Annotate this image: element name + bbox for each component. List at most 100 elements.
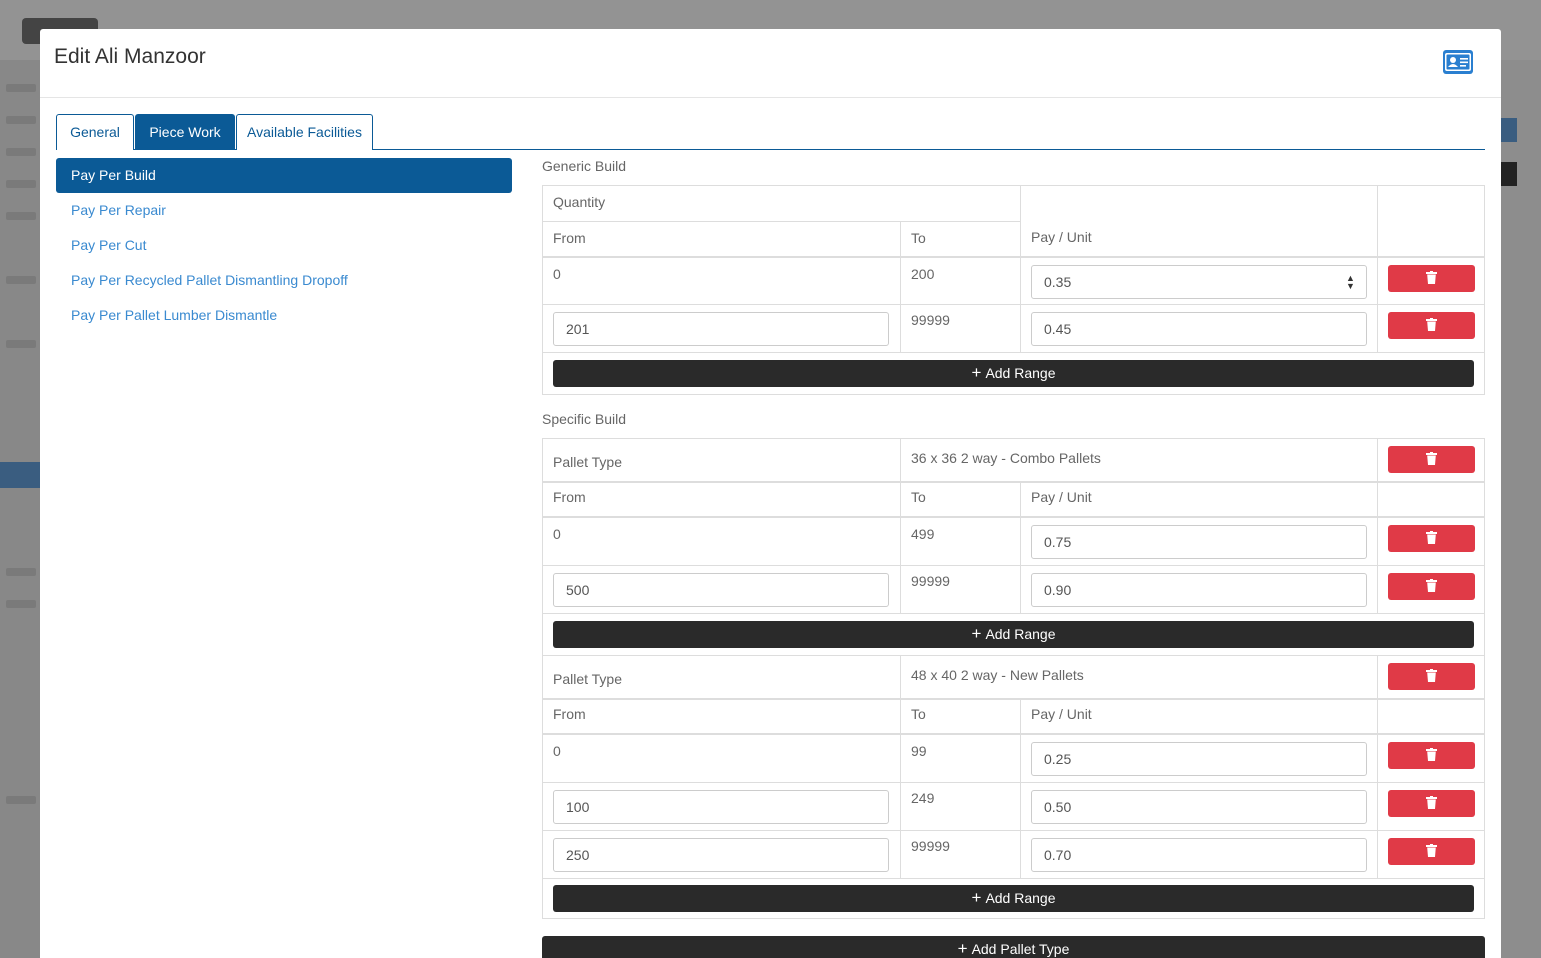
delete-range-button[interactable] bbox=[1388, 573, 1475, 600]
trash-icon bbox=[1426, 452, 1437, 465]
to-value: 99999 bbox=[911, 312, 950, 328]
modal-header: Edit Ali Manzoor bbox=[40, 29, 1501, 98]
from-value: 0 bbox=[553, 743, 561, 759]
add-pallet-type-button[interactable]: + Add Pallet Type bbox=[542, 936, 1485, 958]
add-range-label: Add Range bbox=[985, 890, 1056, 906]
pay-unit-label: Pay / Unit bbox=[1031, 489, 1092, 505]
nav-item-pay-per-build[interactable]: Pay Per Build bbox=[56, 158, 512, 193]
table-row: 0 99 0.25 bbox=[543, 733, 1484, 782]
nav-item-pay-per-cut[interactable]: Pay Per Cut bbox=[56, 228, 512, 263]
to-value: 249 bbox=[911, 790, 935, 806]
background-button bbox=[1501, 162, 1517, 186]
add-pallet-type-label: Add Pallet Type bbox=[971, 941, 1070, 957]
background-row bbox=[6, 148, 36, 156]
trash-icon bbox=[1426, 796, 1437, 809]
trash-icon bbox=[1426, 844, 1437, 857]
to-value: 499 bbox=[911, 526, 935, 542]
tab-bar: General Piece Work Available Facilities bbox=[56, 114, 1485, 150]
pay-unit-label: Pay / Unit bbox=[1031, 229, 1092, 245]
to-label: To bbox=[911, 706, 926, 722]
tab-general[interactable]: General bbox=[56, 114, 134, 150]
trash-icon bbox=[1426, 531, 1437, 544]
table-header-row: From To Pay / Unit bbox=[543, 698, 1484, 733]
nav-item-pay-per-recycled-pallet[interactable]: Pay Per Recycled Pallet Dismantling Drop… bbox=[56, 263, 512, 298]
add-range-button[interactable]: + Add Range bbox=[553, 621, 1474, 648]
to-header: To bbox=[900, 222, 1020, 256]
pay-unit-input[interactable]: 0.75 bbox=[1031, 525, 1367, 559]
pay-unit-label: Pay / Unit bbox=[1031, 706, 1092, 722]
pallet-type-row: Pallet Type 36 x 36 2 way - Combo Pallet… bbox=[543, 438, 1484, 481]
add-range-button[interactable]: + Add Range bbox=[553, 885, 1474, 912]
delete-range-button[interactable] bbox=[1388, 742, 1475, 769]
trash-icon bbox=[1426, 271, 1437, 284]
pay-type-nav: Pay Per Build Pay Per Repair Pay Per Cut… bbox=[56, 158, 512, 333]
delete-range-button[interactable] bbox=[1388, 265, 1475, 292]
from-label: From bbox=[553, 230, 586, 246]
background-row bbox=[6, 116, 36, 124]
table-row: 0 499 0.75 bbox=[543, 516, 1484, 565]
from-label: From bbox=[553, 489, 586, 505]
to-label: To bbox=[911, 489, 926, 505]
pallet-type-label: Pallet Type bbox=[553, 671, 623, 687]
delete-range-button[interactable] bbox=[1388, 790, 1475, 817]
add-range-button[interactable]: + Add Range bbox=[553, 360, 1474, 387]
tab-piece-work[interactable]: Piece Work bbox=[135, 114, 235, 150]
table-row: 500 99999 0.90 bbox=[543, 565, 1484, 613]
nav-item-pay-per-repair[interactable]: Pay Per Repair bbox=[56, 193, 512, 228]
delete-range-button[interactable] bbox=[1388, 525, 1475, 552]
table-row: 250 99999 0.70 bbox=[543, 830, 1484, 878]
from-value: 0 bbox=[553, 266, 561, 282]
trash-icon bbox=[1426, 318, 1437, 331]
background-active-row bbox=[0, 462, 40, 488]
to-value: 99999 bbox=[911, 838, 950, 854]
contact-card-icon[interactable] bbox=[1443, 50, 1473, 74]
delete-range-button[interactable] bbox=[1388, 838, 1475, 865]
table-row: 0 200 0.35 ▲ ▼ bbox=[543, 256, 1484, 304]
delete-range-button[interactable] bbox=[1388, 312, 1475, 339]
pay-unit-input[interactable]: 0.35 bbox=[1031, 265, 1367, 299]
background-row bbox=[6, 600, 36, 608]
from-label: From bbox=[553, 706, 586, 722]
background-row bbox=[6, 568, 36, 576]
add-range-row: + Add Range bbox=[543, 878, 1484, 919]
pallet-type-row: Pallet Type 48 x 40 2 way - New Pallets bbox=[543, 655, 1484, 698]
delete-pallet-type-button[interactable] bbox=[1388, 446, 1475, 473]
pay-unit-input[interactable]: 0.50 bbox=[1031, 790, 1367, 824]
background-row bbox=[6, 180, 36, 188]
quantity-label: Quantity bbox=[553, 194, 606, 210]
pallet-type-table: Pallet Type 36 x 36 2 way - Combo Pallet… bbox=[542, 438, 1485, 655]
add-range-row: + Add Range bbox=[543, 352, 1484, 394]
pay-unit-input[interactable]: 0.70 bbox=[1031, 838, 1367, 872]
delete-pallet-type-button[interactable] bbox=[1388, 663, 1475, 690]
add-range-row: + Add Range bbox=[543, 613, 1484, 656]
background-button bbox=[1501, 118, 1517, 142]
to-value: 200 bbox=[911, 266, 935, 282]
generic-build-table: Quantity Pay / Unit From To 0 200 0.35 ▲… bbox=[542, 185, 1485, 395]
from-input[interactable]: 100 bbox=[553, 790, 889, 824]
pay-unit-input[interactable]: 0.90 bbox=[1031, 573, 1367, 607]
to-value: 99999 bbox=[911, 573, 950, 589]
pay-unit-input[interactable]: 0.25 bbox=[1031, 742, 1367, 776]
nav-item-pay-per-pallet-lumber[interactable]: Pay Per Pallet Lumber Dismantle bbox=[56, 298, 512, 333]
modal-title: Edit Ali Manzoor bbox=[54, 45, 206, 68]
pallet-type-value: 36 x 36 2 way - Combo Pallets bbox=[911, 450, 1101, 466]
pay-unit-input[interactable]: 0.45 bbox=[1031, 312, 1367, 346]
trash-icon bbox=[1426, 579, 1437, 592]
table-header-row: From To Pay / Unit bbox=[543, 481, 1484, 516]
from-input[interactable]: 201 bbox=[553, 312, 889, 346]
add-range-label: Add Range bbox=[985, 626, 1056, 642]
from-input[interactable]: 500 bbox=[553, 573, 889, 607]
quantity-header: Quantity bbox=[543, 186, 1020, 221]
specific-build-title: Specific Build bbox=[542, 411, 627, 427]
background-row bbox=[6, 276, 36, 284]
from-input[interactable]: 250 bbox=[553, 838, 889, 872]
tab-available-facilities[interactable]: Available Facilities bbox=[236, 114, 373, 150]
background-row bbox=[6, 340, 36, 348]
table-row: 100 249 0.50 bbox=[543, 782, 1484, 830]
background-row bbox=[6, 212, 36, 220]
number-spinner-icon[interactable]: ▲ ▼ bbox=[1334, 274, 1367, 291]
from-header: From bbox=[543, 222, 900, 256]
background-row bbox=[6, 796, 36, 804]
pallet-type-label: Pallet Type bbox=[553, 454, 623, 470]
edit-employee-modal: Edit Ali Manzoor General Piece Work Avai… bbox=[40, 29, 1501, 958]
